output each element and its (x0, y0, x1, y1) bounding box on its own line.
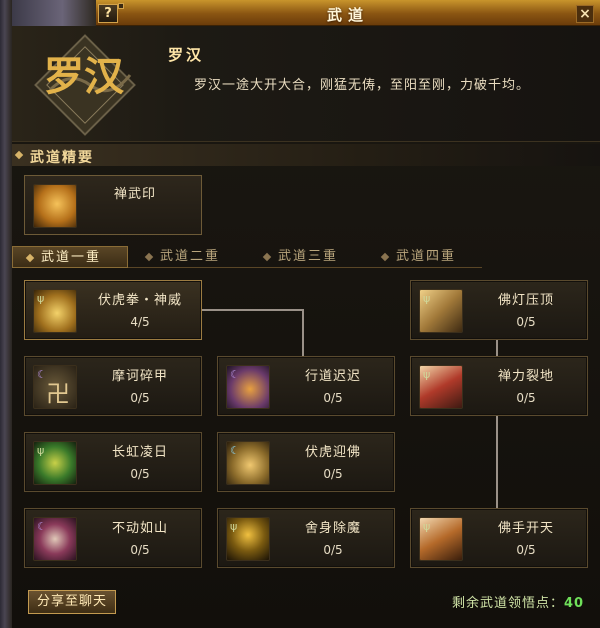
skill-level: 0/5 (516, 391, 536, 405)
tab-diamond-icon (262, 252, 272, 262)
emblem-text: 罗汉 (44, 53, 125, 100)
skill-connector (302, 309, 304, 357)
tab-tier-1[interactable]: 武道一重 (12, 246, 128, 268)
skill-card[interactable]: ψ 伏虎拳・神威 4/5 (24, 280, 202, 340)
skill-card[interactable]: ☾ 不动如山 0/5 (24, 508, 202, 568)
skill-connector (496, 412, 498, 509)
remaining-points: 剩余武道领悟点：40 (452, 592, 584, 611)
class-description: 罗汉一途大开大合，刚猛无俦，至阳至刚，力破千均。 (194, 78, 531, 93)
window-title: 武道 (326, 6, 369, 24)
tab-label: 武道二重 (160, 249, 221, 264)
tab-label: 武道一重 (41, 250, 102, 265)
skill-level: 4/5 (130, 315, 150, 329)
skill-card[interactable]: ψ 长虹凌日 0/5 (24, 432, 202, 492)
swastika-icon: ☾ 卍 (33, 365, 77, 409)
points-value: 40 (564, 596, 585, 611)
skill-name: 摩诃碎甲 (111, 369, 168, 384)
skill-name: 行道迟迟 (304, 369, 361, 384)
tab-diamond-icon (25, 253, 35, 263)
skill-name: 伏虎拳・神威 (97, 293, 182, 308)
skill-card[interactable]: ψ 禅力裂地 0/5 (410, 356, 588, 416)
skill-connector (496, 339, 498, 357)
close-button[interactable]: × (576, 5, 594, 23)
lamp-icon: ψ (419, 289, 463, 333)
skill-connector (201, 309, 303, 311)
skill-card[interactable]: ψ 佛灯压顶 0/5 (410, 280, 588, 340)
skill-level: 0/5 (323, 467, 343, 481)
share-to-chat-button[interactable]: 分享至聊天 (28, 590, 116, 614)
skill-card[interactable]: ψ 舍身除魔 0/5 (217, 508, 395, 568)
skill-card[interactable]: ☾ 行道迟迟 0/5 (217, 356, 395, 416)
skill-level: 0/5 (323, 543, 343, 557)
palm-icon: ☾ (226, 441, 270, 485)
skill-name: 舍身除魔 (304, 521, 361, 536)
skill-level: 0/5 (516, 543, 536, 557)
skill-name: 伏虎迎佛 (304, 445, 361, 460)
skill-name: 禅力裂地 (497, 369, 554, 384)
tab-label: 武道三重 (278, 249, 339, 264)
skill-level: 0/5 (323, 391, 343, 405)
window-left-edge (0, 0, 12, 628)
skill-level: 0/5 (130, 543, 150, 557)
spirit-fist-icon: ☾ (226, 365, 270, 409)
monk-silhouette-icon: ψ (226, 517, 270, 561)
skill-name: 佛灯压顶 (497, 293, 554, 308)
skill-level: 0/5 (130, 467, 150, 481)
monk-face-icon: ☾ (33, 517, 77, 561)
section-bar (12, 144, 600, 166)
tab-tier-2[interactable]: 武道二重 (132, 246, 248, 268)
help-button[interactable]: ? (98, 4, 118, 23)
title-bar[interactable]: 武道 (96, 0, 600, 26)
skill-name: 不动如山 (111, 521, 168, 536)
section-title: 武道精要 (30, 150, 94, 166)
tab-tier-4[interactable]: 武道四重 (368, 246, 484, 268)
skill-card[interactable]: ☾ 卍 摩诃碎甲 0/5 (24, 356, 202, 416)
skill-level: 0/5 (130, 391, 150, 405)
fist-gold-icon (33, 184, 77, 228)
skill-card[interactable]: ☾ 伏虎迎佛 0/5 (217, 432, 395, 492)
tab-diamond-icon (380, 252, 390, 262)
background-art (12, 0, 96, 26)
tab-label: 武道四重 (396, 249, 457, 264)
red-gauntlet-icon: ψ (419, 365, 463, 409)
skill-name: 长虹凌日 (111, 445, 168, 460)
skill-name: 佛手开天 (497, 521, 554, 536)
points-label: 剩余武道领悟点： (452, 596, 565, 611)
tab-tier-3[interactable]: 武道三重 (250, 246, 366, 268)
green-arc-icon: ψ (33, 441, 77, 485)
open-hand-icon: ψ (419, 517, 463, 561)
skill-level: 0/5 (516, 315, 536, 329)
luohan-emblem: 罗汉 (34, 34, 136, 136)
help-corner-icon (118, 3, 124, 9)
featured-skill-name: 禅武印 (113, 187, 156, 202)
tab-diamond-icon (144, 252, 154, 262)
fist-icon: ψ (33, 289, 77, 333)
class-name: 罗汉 (168, 46, 205, 64)
skill-card[interactable]: ψ 佛手开天 0/5 (410, 508, 588, 568)
